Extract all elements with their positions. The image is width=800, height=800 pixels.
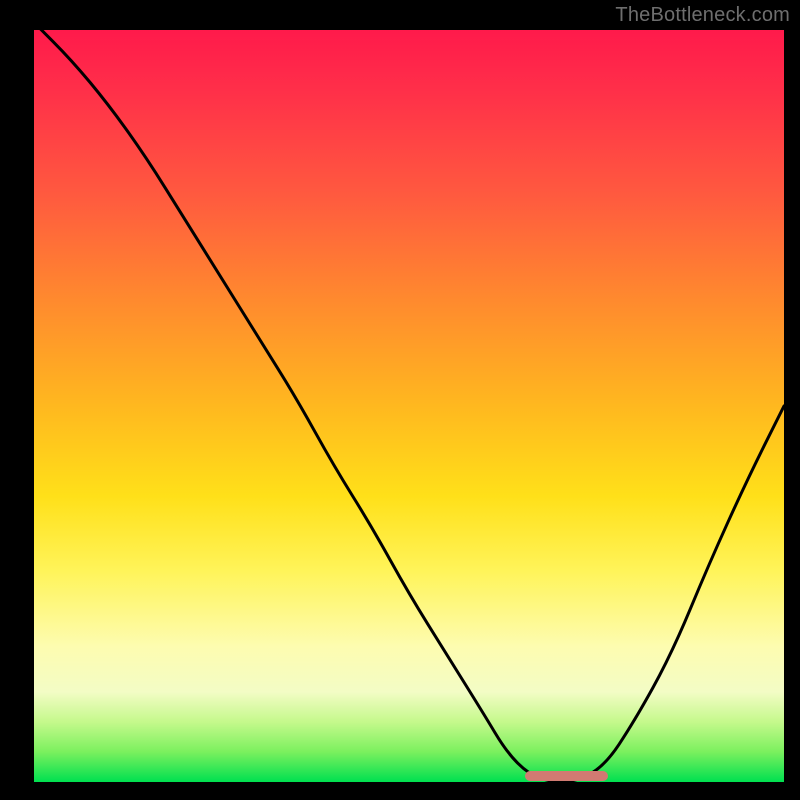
plot-area bbox=[34, 30, 784, 782]
bottleneck-curve bbox=[34, 30, 784, 782]
curve-path bbox=[34, 30, 784, 782]
chart-stage: TheBottleneck.com bbox=[0, 0, 800, 800]
watermark-text: TheBottleneck.com bbox=[615, 4, 790, 27]
trough-marker bbox=[525, 771, 608, 781]
